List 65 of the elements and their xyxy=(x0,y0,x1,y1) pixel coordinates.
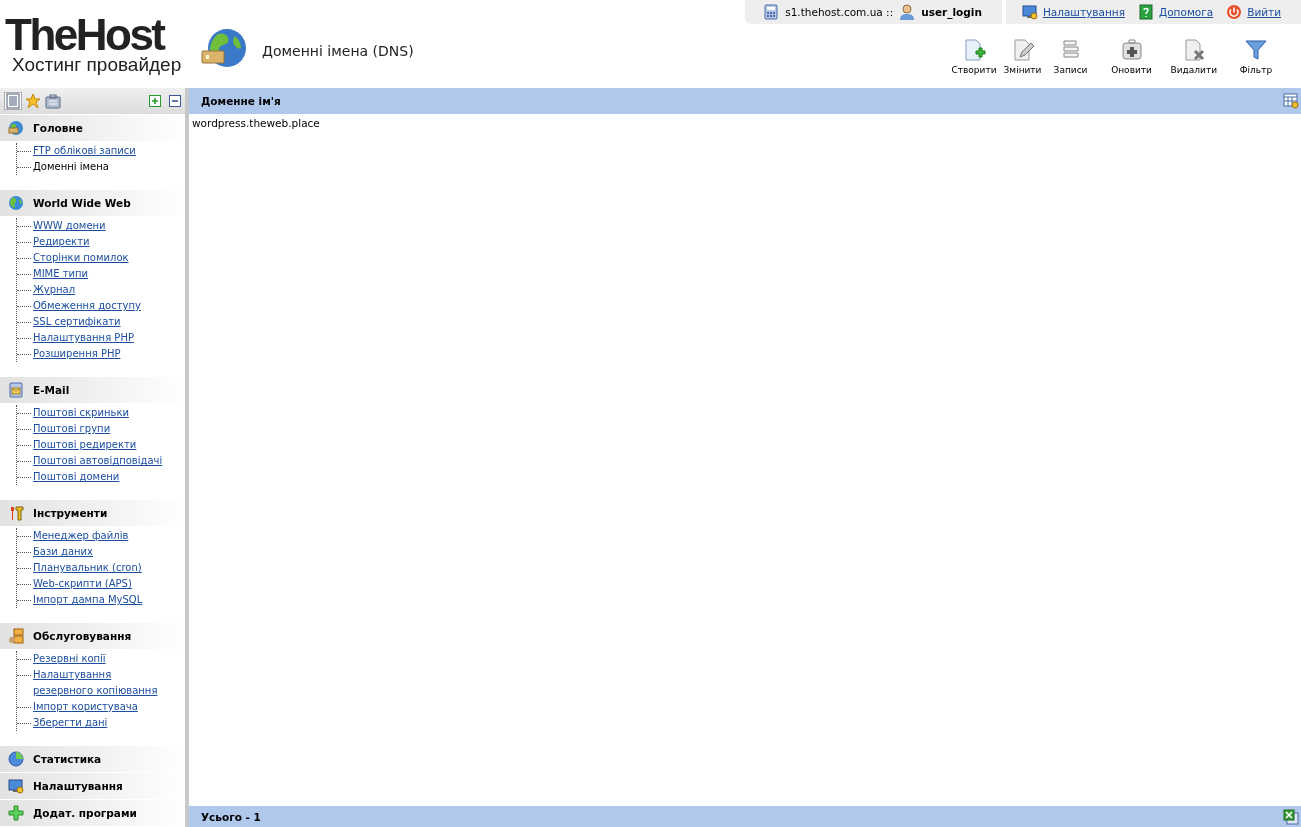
pie-chart-icon xyxy=(8,751,24,767)
list-icon[interactable] xyxy=(5,93,21,109)
sidebar-item[interactable]: WWW домени xyxy=(33,218,171,234)
sidebar-item[interactable]: Резервні копії xyxy=(33,651,171,667)
mail-icon xyxy=(8,382,24,398)
sidebar-item[interactable]: MIME типи xyxy=(33,266,171,282)
toolbar-button[interactable]: Оновити xyxy=(1109,38,1154,75)
top-link[interactable]: Налаштування xyxy=(1042,6,1125,18)
sidebar-item[interactable]: Доменні імена xyxy=(33,159,171,175)
spreadsheet-export-icon[interactable] xyxy=(1283,808,1299,825)
plus-icon xyxy=(8,805,24,821)
power-icon xyxy=(1226,4,1243,20)
star-icon[interactable] xyxy=(25,93,41,109)
sidebar-item[interactable]: Редиректи xyxy=(33,234,171,250)
calculator-icon xyxy=(763,4,780,20)
column-header[interactable]: Доменне ім'я xyxy=(201,95,281,107)
server-name: s1.thehost.com.ua :: xyxy=(785,6,894,18)
monitor-icon xyxy=(8,778,24,794)
sidebar-item[interactable]: Обмеження доступу xyxy=(33,298,171,314)
total-count: Усього - 1 xyxy=(201,810,261,823)
sidebar-item[interactable]: SSL сертифікати xyxy=(33,314,171,330)
sidebar-item[interactable]: Поштові домени xyxy=(33,469,171,485)
globe-icon xyxy=(8,195,24,211)
sidebar-item[interactable]: Бази даних xyxy=(33,544,171,560)
folder-globe-icon xyxy=(8,120,24,136)
sidebar-item[interactable]: Сторінки помилок xyxy=(33,250,171,266)
sidebar-item[interactable]: Журнал xyxy=(33,282,171,298)
user-login: user_login xyxy=(921,6,982,18)
sidebar-item[interactable]: Налаштування резервного копіювання xyxy=(33,667,171,699)
table-cell: wordpress.theweb.place xyxy=(192,117,320,129)
sidebar-item[interactable]: Web-скрипти (APS) xyxy=(33,576,171,592)
toolbar-button[interactable]: Змінити xyxy=(1000,38,1045,75)
tools-icon xyxy=(8,505,24,521)
new-document-icon xyxy=(962,38,987,62)
sidebar-item[interactable]: Поштові редиректи xyxy=(33,437,171,453)
help-icon xyxy=(1138,4,1154,20)
top-link[interactable]: Допомога xyxy=(1159,6,1214,18)
toolbar-button[interactable]: Створити xyxy=(951,38,997,75)
toolbar-button[interactable]: Записи xyxy=(1048,38,1093,75)
sidebar-item[interactable]: Поштові групи xyxy=(33,421,171,437)
sidebar-item[interactable]: Налаштування PHP xyxy=(33,330,171,346)
sidebar-item[interactable]: Поштові скриньки xyxy=(33,405,171,421)
logo-tagline: Хостинг провайдер xyxy=(11,55,183,75)
expand-all-icon[interactable] xyxy=(149,95,161,107)
collapse-all-icon[interactable] xyxy=(169,95,181,107)
logo-name: TheHost xyxy=(5,15,164,55)
sidebar-item[interactable]: Імпорт користувача xyxy=(33,699,171,715)
sidebar-item[interactable]: Менеджер файлів xyxy=(33,528,171,544)
filter-icon xyxy=(1244,38,1268,62)
refresh-icon xyxy=(1119,38,1144,62)
sidebar-item[interactable]: Розширення PHP xyxy=(33,346,171,362)
toolbar-button[interactable]: Видалити xyxy=(1170,38,1217,75)
sidebar-item[interactable]: Планувальник (cron) xyxy=(33,560,171,576)
sidebar-item[interactable]: Поштові автовідповідачі xyxy=(33,453,171,469)
top-link[interactable]: Вийти xyxy=(1247,6,1281,18)
boxes-icon xyxy=(8,628,24,644)
sidebar-item[interactable]: Зберегти дані xyxy=(33,715,171,731)
sidebar-item[interactable]: FTP облікові записи xyxy=(33,143,171,159)
user-icon xyxy=(899,4,916,20)
settings-icon xyxy=(1021,4,1038,20)
page-title: Доменні імена (DNS) xyxy=(262,43,414,59)
table-settings-icon[interactable] xyxy=(1283,93,1299,109)
sidebar-item[interactable]: Імпорт дампа MySQL xyxy=(33,592,171,608)
toolbar-button[interactable]: Фільтр xyxy=(1234,38,1278,75)
briefcase-icon[interactable] xyxy=(45,93,61,109)
